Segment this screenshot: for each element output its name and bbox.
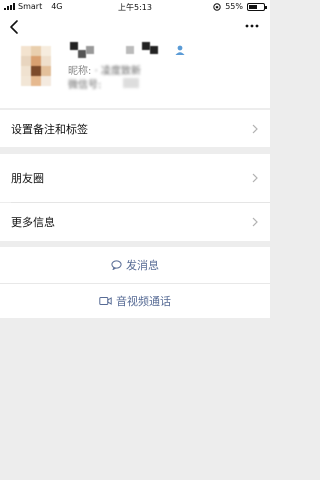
name-redacted [68,42,172,60]
battery-icon [247,2,267,11]
remark-tags-row[interactable]: 设置备注和标签 [0,110,270,147]
send-message-label: 发消息 [126,259,159,272]
video-call-button[interactable]: 音视频通话 [0,284,270,318]
more-info-row[interactable]: 更多信息 [0,203,270,241]
more-button[interactable] [244,19,260,33]
status-bar: Smart 4G 上午5:13 55% [0,0,270,14]
chevron-left-icon [10,20,18,34]
more-info-label: 更多信息 [11,216,55,229]
nickname-line: 昵称: · 凌度致新 [68,62,141,77]
wechat-id-value [122,78,139,88]
wechat-id-line: 微信号: [68,76,139,91]
male-icon [175,45,185,55]
video-call-label: 音视频通话 [116,295,171,308]
nav-bar [0,14,270,42]
chevron-right-icon [252,173,258,183]
nickname-value: · 凌度致新 [94,66,141,77]
avatar[interactable] [19,44,53,92]
battery-percent: 55% [225,2,243,11]
orientation-lock-icon [213,2,221,11]
moments-label: 朋友圈 [11,172,44,185]
send-message-button[interactable]: 发消息 [0,247,270,283]
back-button[interactable] [8,18,22,36]
more-dots-icon [245,24,259,28]
profile-header: 昵称: · 凌度致新 微信号: [0,42,270,108]
wechat-id-prefix: 微信号: [68,80,102,91]
battery-fill [249,4,257,9]
video-camera-icon [99,297,112,305]
moments-row[interactable]: 朋友圈 [0,154,270,202]
chevron-right-icon [252,124,258,133]
chevron-right-icon [252,217,258,227]
status-right: 55% [213,2,267,11]
remark-tags-label: 设置备注和标签 [11,122,88,136]
chat-bubble-icon [111,260,122,270]
